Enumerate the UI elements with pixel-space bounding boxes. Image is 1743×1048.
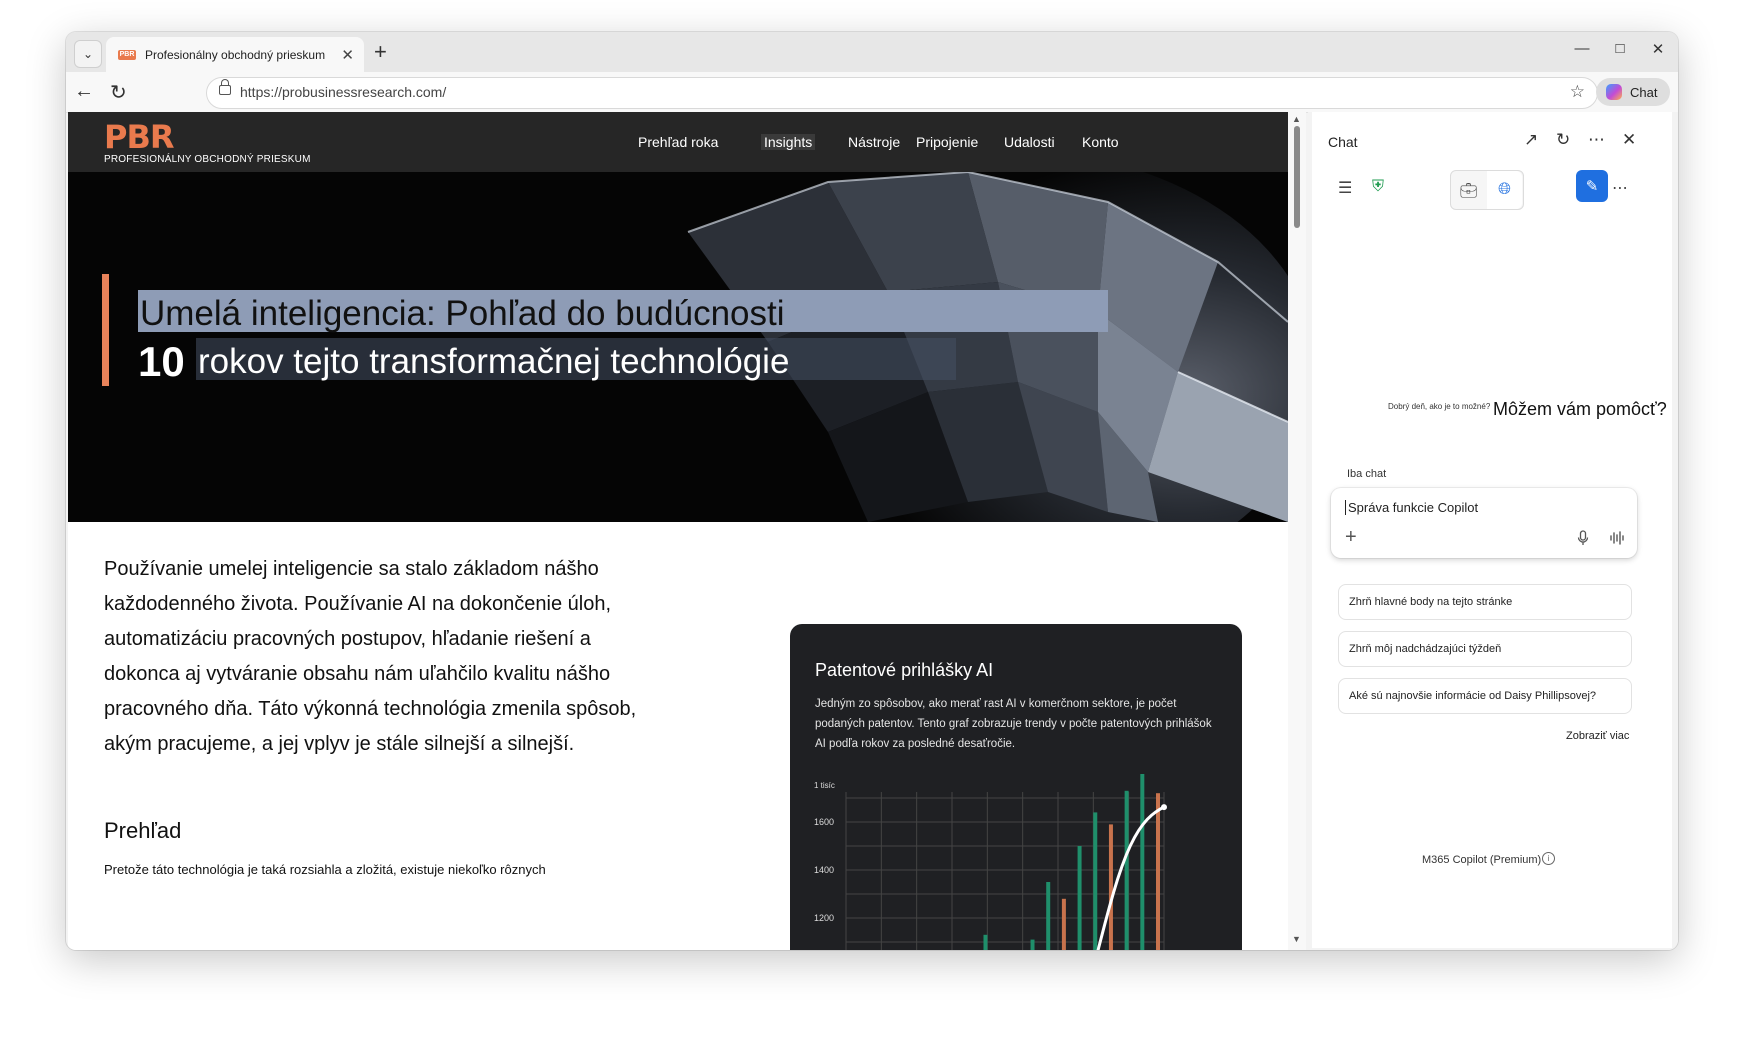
panel-more-icon[interactable]: ⋯ [1588, 130, 1605, 150]
hero-title-line1: Umelá inteligencia: Pohľad do budúcnosti [138, 290, 1108, 333]
work-mode-toggle[interactable]: 💼︎ [1451, 171, 1486, 209]
y-axis-label: 1 tisíc [814, 781, 835, 790]
url-text: https://probusinessresearch.com/ [240, 84, 447, 100]
copilot-icon [1606, 84, 1622, 100]
y-tick-label: 1600 [814, 817, 834, 827]
briefcase-icon: 💼︎ [1459, 181, 1478, 198]
site-navbar: PBR PROFESIONÁLNY OBCHODNÝ PRIESKUM Preh… [68, 112, 1288, 172]
section-paragraph: Pretože táto technológia je taká rozsiah… [104, 862, 546, 877]
suggestion-summarize-page[interactable]: Zhrň hlavné body na tejto stránke [1338, 584, 1632, 620]
scrollbar-thumb[interactable] [1294, 126, 1300, 228]
nav-link-nastroje[interactable]: Nástroje [848, 134, 900, 150]
copilot-input[interactable]: Správa funkcie Copilot + [1331, 488, 1637, 558]
chart-bar [1093, 812, 1098, 950]
chart-bar [1077, 846, 1082, 950]
section-heading: Prehľad [104, 818, 182, 843]
menu-lines-icon[interactable]: ☰ [1338, 178, 1352, 198]
greeting-small: Dobrý deň, ako je to možné? [1388, 402, 1491, 411]
trend-end-point [1161, 804, 1167, 811]
chart-bar [1140, 774, 1145, 950]
suggestion-label: Zhrň hlavné body na tejto stránke [1349, 596, 1513, 608]
toolbar-more-icon[interactable]: ⋯ [1612, 178, 1628, 198]
address-bar-row: ← ↻ https://probusinessresearch.com/ ☆ ⋯ [66, 72, 1678, 113]
open-in-new-icon[interactable]: ↗ [1524, 130, 1538, 150]
nav-link-konto[interactable]: Konto [1082, 134, 1119, 150]
chat-mode-label: Iba chat [1347, 468, 1387, 480]
page-scrollbar[interactable]: ▲ ▼ [1288, 112, 1306, 950]
copilot-plan-label: M365 Copilot (Premium) [1422, 854, 1542, 866]
site-logo-subtitle: PROFESIONÁLNY OBCHODNÝ PRIESKUM [104, 154, 311, 165]
site-logo[interactable]: PBR [104, 118, 174, 156]
patent-chart: 10001200140016001 tisíc [814, 774, 1167, 950]
lock-icon [219, 79, 231, 95]
chart-bar [1156, 793, 1160, 950]
card-description: Jedným zo spôsobov, ako merať rast AI v … [815, 698, 1212, 750]
web-mode-toggle[interactable]: 🌐︎ [1487, 171, 1522, 209]
greeting-big: Môžem vám pomôcť? [1493, 399, 1667, 419]
new-tab-plus-icon[interactable]: + [374, 39, 387, 65]
copilot-chat-label: Chat [1630, 84, 1658, 100]
browser-window: ⌄ PBR Profesionálny obchodný prieskum ✕ … [66, 32, 1678, 950]
scroll-down-icon[interactable]: ▼ [1292, 934, 1301, 944]
hero-title-line1-text: Umelá inteligencia: Pohľad do budúcnosti [140, 294, 785, 333]
chevron-down-icon: ⌄ [82, 47, 94, 61]
browser-tab[interactable]: PBR Profesionálny obchodný prieskum ✕ [106, 37, 364, 72]
tab-favicon: PBR [118, 49, 136, 60]
patent-chart-card: Patentové prihlášky AI Jedným zo spôsobo… [790, 624, 1242, 950]
suggestion-label: Zhrň môj nadchádzajúci týždeň [1349, 643, 1502, 655]
new-chat-button[interactable]: ✎ [1576, 170, 1608, 202]
chart-bar [1030, 939, 1035, 950]
scroll-up-icon[interactable]: ▲ [1292, 114, 1301, 124]
copilot-panel-title: Chat [1328, 134, 1358, 150]
minimize-icon[interactable]: — [1570, 40, 1594, 57]
hero-title-line2-text: rokov tejto transformačnej technológie [198, 342, 790, 381]
copilot-panel: Chat ↗ ↻ ⋯ ✕ ☰ ⛨ 💼︎ 🌐︎ ✎ ⋯ Dobrý deň, ak… [1308, 112, 1678, 950]
favorite-star-icon[interactable]: ☆ [1570, 82, 1585, 102]
y-tick-label: 1400 [814, 865, 834, 875]
mode-toggle-group: 💼︎ 🌐︎ [1450, 170, 1524, 210]
info-icon[interactable]: i [1542, 852, 1555, 865]
nav-link-insights[interactable]: Insights [761, 134, 816, 150]
tab-list-button[interactable]: ⌄ [74, 40, 102, 68]
tab-close-icon[interactable]: ✕ [341, 46, 354, 64]
copilot-chat-button[interactable]: Chat [1596, 78, 1670, 106]
close-panel-icon[interactable]: ✕ [1622, 130, 1636, 150]
chart-bar [1124, 790, 1129, 950]
card-title: Patentové prihlášky AI [815, 660, 994, 680]
intro-paragraph: Používanie umelej inteligencie sa stalo … [104, 558, 637, 755]
attach-plus-icon[interactable]: + [1345, 526, 1357, 549]
globe-icon: 🌐︎ [1498, 181, 1511, 198]
suggestion-summarize-week[interactable]: Zhrň môj nadchádzajúci týždeň [1338, 631, 1632, 667]
close-window-icon[interactable]: ✕ [1646, 40, 1670, 58]
hero-title-line2: rokov tejto transformačnej technológie [196, 338, 956, 381]
copilot-panel-body: Chat ↗ ↻ ⋯ ✕ ☰ ⛨ 💼︎ 🌐︎ ✎ ⋯ Dobrý deň, ak… [1312, 112, 1672, 948]
maximize-icon[interactable]: □ [1608, 40, 1632, 57]
y-tick-label: 1200 [814, 913, 834, 923]
chart-bar [1046, 882, 1051, 950]
hero-banner: Umelá inteligencia: Pohľad do budúcnosti… [68, 172, 1288, 522]
nav-link-pripojenie[interactable]: Pripojenie [916, 134, 978, 150]
suggestion-label: Aké sú najnovšie informácie od Daisy Phi… [1349, 690, 1597, 702]
microphone-icon[interactable] [1577, 530, 1589, 546]
hero-accent-bar [102, 274, 109, 386]
chart-bar [1108, 824, 1113, 950]
tab-title: Profesionálny obchodný prieskum [145, 47, 326, 62]
copilot-input-text: Správa funkcie Copilot [1345, 500, 1478, 515]
suggestion-latest-news[interactable]: Aké sú najnovšie informácie od Daisy Phi… [1338, 678, 1632, 714]
url-field[interactable]: https://probusinessresearch.com/ ☆ [206, 77, 1598, 109]
show-more-link[interactable]: Zobraziť viac [1566, 730, 1629, 742]
web-page: PBR PROFESIONÁLNY OBCHODNÝ PRIESKUM Preh… [68, 112, 1288, 950]
refresh-chat-icon[interactable]: ↻ [1556, 130, 1570, 150]
refresh-icon[interactable]: ↻ [110, 80, 127, 105]
tab-strip: ⌄ PBR Profesionálny obchodný prieskum ✕ … [66, 32, 1678, 72]
chart-bar [1061, 898, 1066, 950]
compose-icon: ✎ [1585, 178, 1599, 195]
shield-check-icon[interactable]: ⛨ [1372, 178, 1384, 196]
hero-title-number: 10 [138, 338, 185, 385]
nav-link-udalosti[interactable]: Udalosti [1004, 134, 1055, 150]
nav-link-prehlad-roka[interactable]: Prehľad roka [638, 134, 718, 150]
voice-wave-icon[interactable] [1609, 530, 1625, 546]
back-arrow-icon[interactable]: ← [74, 80, 94, 103]
chart-bar [983, 934, 988, 950]
